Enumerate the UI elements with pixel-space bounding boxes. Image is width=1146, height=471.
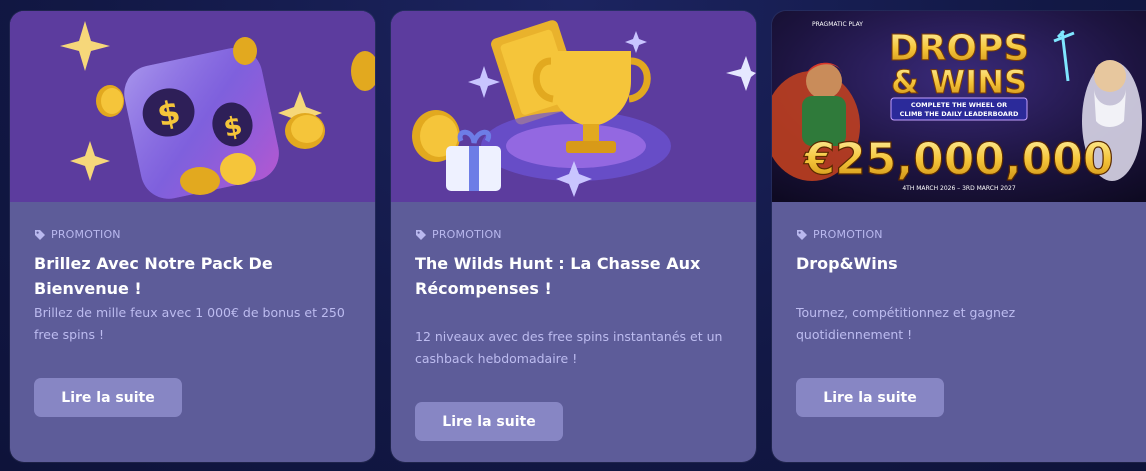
promo-card-drops-wins[interactable]: PRAGMATIC PLAY DROPS & WINS COMPLETE THE… <box>772 11 1146 462</box>
promo-tag: PROMOTION <box>796 228 883 241</box>
banner-subline-2: CLIMB THE DAILY LEADERBOARD <box>900 110 1019 118</box>
read-more-button[interactable]: Lire la suite <box>796 378 944 417</box>
promotions-grid: $ $ PROMOTION Brillez Avec Notre Pack De… <box>0 0 1146 471</box>
banner-amount: €25,000,000 <box>804 134 1114 185</box>
promo-card-welcome-pack[interactable]: $ $ PROMOTION Brillez Avec Notre Pack De… <box>10 11 375 462</box>
trophy-gift-illustration <box>391 11 756 202</box>
promo-tag-label: PROMOTION <box>51 228 121 241</box>
dice-coins-illustration: $ $ <box>10 11 375 202</box>
tag-icon <box>797 229 807 240</box>
promo-tag-label: PROMOTION <box>813 228 883 241</box>
tag-icon <box>35 229 45 240</box>
read-more-button[interactable]: Lire la suite <box>34 378 182 417</box>
promo-image-drops-wins[interactable]: PRAGMATIC PLAY DROPS & WINS COMPLETE THE… <box>772 11 1146 202</box>
promo-title[interactable]: The Wilds Hunt : La Chasse Aux Récompens… <box>415 251 735 301</box>
promo-description: 12 niveaux avec des free spins instantan… <box>415 329 723 366</box>
promo-image-wilds-hunt[interactable] <box>391 11 756 202</box>
promo-description: Tournez, compétitionnez et gagnez quotid… <box>796 305 1016 342</box>
promo-tag: PROMOTION <box>34 228 121 241</box>
promo-title[interactable]: Brillez Avec Notre Pack De Bienvenue ! <box>34 251 354 301</box>
promo-tag: PROMOTION <box>415 228 502 241</box>
promo-image-welcome-pack[interactable]: $ $ <box>10 11 375 202</box>
banner-brand: PRAGMATIC PLAY <box>812 21 863 28</box>
promo-tag-label: PROMOTION <box>432 228 502 241</box>
banner-heading-2: & WINS <box>891 63 1027 101</box>
promo-title[interactable]: Drop&Wins <box>796 251 1116 276</box>
promo-card-wilds-hunt[interactable]: PROMOTION The Wilds Hunt : La Chasse Aux… <box>391 11 756 462</box>
banner-subline-1: COMPLETE THE WHEEL OR <box>911 101 1007 109</box>
tag-icon <box>416 229 426 240</box>
banner-dates: 4TH MARCH 2026 – 3RD MARCH 2027 <box>902 185 1015 192</box>
read-more-button[interactable]: Lire la suite <box>415 402 563 441</box>
drops-wins-banner: PRAGMATIC PLAY DROPS & WINS COMPLETE THE… <box>772 11 1146 202</box>
promo-description: Brillez de mille feux avec 1 000€ de bon… <box>34 305 345 342</box>
